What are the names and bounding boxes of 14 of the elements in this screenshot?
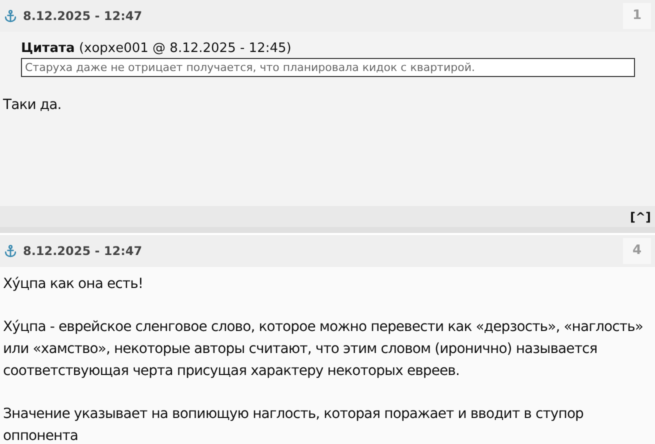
post-text: Хýцпа как она есть!	[3, 275, 144, 294]
anchor-icon	[4, 9, 17, 23]
post-number[interactable]: 4	[623, 238, 651, 264]
anchor-icon	[4, 244, 17, 258]
post-text: Значение указывает на вопиющую наглость, которая поражает и вводит в ступор оппонента	[3, 405, 584, 444]
post-number[interactable]: 1	[623, 3, 651, 29]
post-text: Хýцпа - еврейское сленговое слово, которое можно перевести как «дерзость», «наглость» или «хамство», некоторые авторы считают, что этим словом (иронично) называется соответствующая черта присущая характеру некоторых евреев.	[3, 318, 644, 381]
post-text: Таки да.	[3, 96, 62, 115]
quote-source: (хорхе001 @ 8.12.2025 - 12:45)	[78, 41, 292, 56]
quote-box: Старуха даже не отрицает получается, что планировала кидок с квартирой.	[21, 58, 635, 77]
back-to-top-link[interactable]: [^]	[630, 208, 651, 226]
post-date: 8.12.2025 - 12:47	[23, 8, 142, 25]
post-date: 8.12.2025 - 12:47	[23, 243, 142, 260]
quote-label: Цитата	[21, 41, 75, 56]
